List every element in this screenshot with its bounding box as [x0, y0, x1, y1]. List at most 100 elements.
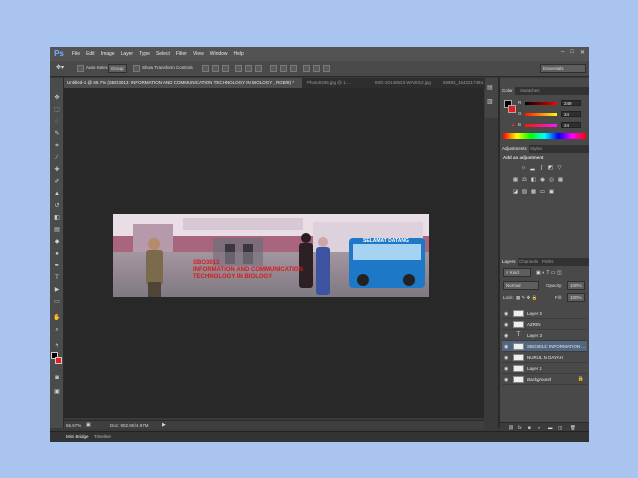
menu-filter[interactable]: Filter [176, 51, 187, 57]
lasso-tool-icon[interactable]: ◌ [52, 118, 62, 126]
layer-row[interactable]: ◉ Layer 2 [502, 308, 587, 319]
clone-stamp-tool-icon[interactable]: ▲ [52, 190, 62, 198]
photo-filter-icon[interactable]: ◉ [539, 177, 546, 183]
quick-select-tool-icon[interactable]: ✎ [52, 130, 62, 138]
tab-styles[interactable]: Styles [528, 145, 544, 153]
visibility-eye-icon[interactable]: ◉ [504, 333, 508, 339]
layer-row[interactable]: ◉ AZRIN [502, 319, 587, 330]
tab-channels[interactable]: Channels [517, 258, 540, 266]
threshold-icon[interactable]: ▩ [530, 189, 537, 195]
tab-layers[interactable]: Layers [500, 258, 518, 266]
type-tool-icon[interactable]: T [52, 274, 62, 282]
menu-edit[interactable]: Edit [86, 51, 95, 57]
document-image[interactable]: SELAMAT DATANG SBO3013 INFORMATION AND C… [113, 214, 429, 297]
canvas-area[interactable]: SELAMAT DATANG SBO3013 INFORMATION AND C… [64, 88, 484, 418]
delete-layer-icon[interactable]: 🗑 [570, 425, 576, 431]
align-vcenter-icon[interactable] [212, 65, 219, 72]
history-panel-icon[interactable]: ▤ [487, 84, 493, 91]
menu-view[interactable]: View [193, 51, 204, 57]
marquee-tool-icon[interactable]: ⬚ [52, 106, 62, 114]
gradient-map-icon[interactable]: ▭ [539, 189, 546, 195]
dodge-tool-icon[interactable]: ● [52, 250, 62, 258]
color-lookup-icon[interactable]: ▦ [557, 177, 564, 183]
distribute-top-icon[interactable] [270, 65, 277, 72]
pen-tool-icon[interactable]: ✒ [52, 262, 62, 270]
menu-layer[interactable]: Layer [121, 51, 134, 57]
minimize-button[interactable]: – [561, 49, 564, 56]
visibility-eye-icon[interactable]: ◉ [504, 322, 508, 328]
screen-mode-icon[interactable]: ▣ [52, 388, 62, 396]
r-slider[interactable] [525, 102, 557, 105]
tab-adjustments[interactable]: Adjustments [500, 145, 529, 153]
swap-colors-icon[interactable]: ↰ [52, 342, 62, 350]
layer-filter-kind[interactable]: ⌕ Kind [503, 268, 531, 277]
brush-tool-icon[interactable]: ✐ [52, 178, 62, 186]
maximize-button[interactable]: □ [570, 49, 574, 56]
tab-mini-bridge[interactable]: Mini Bridge [66, 434, 89, 439]
tab-color[interactable]: Color [500, 87, 515, 95]
show-transform-checkbox[interactable] [133, 65, 140, 72]
visibility-eye-icon[interactable]: ◉ [504, 311, 508, 317]
align-hcenter-icon[interactable] [245, 65, 252, 72]
fill-field[interactable]: 100% [567, 293, 585, 302]
visibility-eye-icon[interactable]: ◉ [504, 344, 508, 350]
distribute-vcenter-icon[interactable] [280, 65, 287, 72]
eyedropper-tool-icon[interactable]: ⁄ [52, 154, 62, 162]
invert-icon[interactable]: ◪ [512, 189, 519, 195]
blur-tool-icon[interactable]: ◆ [52, 238, 62, 246]
layer-row[interactable]: ◉ Layer 1 [502, 363, 587, 374]
distribute-bottom-icon[interactable] [290, 65, 297, 72]
tab-swatches[interactable]: Swatches [518, 87, 542, 95]
align-right-icon[interactable] [255, 65, 262, 72]
align-bottom-icon[interactable] [222, 65, 229, 72]
zoom-tool-icon[interactable]: ⌕ [52, 326, 62, 334]
channel-mixer-icon[interactable]: ◎ [548, 177, 555, 183]
black-white-icon[interactable]: ◧ [530, 177, 537, 183]
history-brush-tool-icon[interactable]: ↺ [52, 202, 62, 210]
blend-mode-dropdown[interactable]: Normal [503, 281, 539, 290]
color-balance-icon[interactable]: ⚖ [521, 177, 528, 183]
move-tool-preset-icon[interactable]: ✥▾ [56, 64, 64, 71]
hue-saturation-icon[interactable]: ▦ [512, 177, 519, 183]
vibrance-icon[interactable]: ▽ [556, 165, 563, 171]
layer-row-selected[interactable]: ◉ SBO3013: INFORMATION ... [502, 341, 587, 352]
layer-row[interactable]: ◉ T Layer 3 [502, 330, 587, 341]
menu-file[interactable]: File [72, 51, 80, 57]
levels-icon[interactable]: ▂ [529, 165, 536, 171]
background-color-swatch[interactable] [55, 357, 62, 364]
r-value[interactable]: 249 [561, 100, 581, 106]
menu-help[interactable]: Help [234, 51, 244, 57]
gradient-tool-icon[interactable]: ▤ [52, 226, 62, 234]
distribute-hcenter-icon[interactable] [313, 65, 320, 72]
tab-paths[interactable]: Paths [540, 258, 556, 266]
layer-mask-icon[interactable]: ◙ [528, 425, 531, 430]
shape-tool-icon[interactable]: ▭ [52, 298, 62, 306]
distribute-right-icon[interactable] [323, 65, 330, 72]
brightness-icon[interactable]: ☼ [520, 165, 527, 171]
lock-icons[interactable]: ▦ ✎ ✥ 🔒 [516, 295, 537, 301]
menu-select[interactable]: Select [156, 51, 170, 57]
g-slider[interactable] [525, 113, 557, 116]
layer-row[interactable]: ◉ NURUL N DAYAH [502, 352, 587, 363]
new-group-icon[interactable]: ▬ [548, 425, 553, 430]
tab-timeline[interactable]: Timeline [94, 434, 111, 439]
opacity-field[interactable]: 100% [567, 281, 585, 290]
b-slider[interactable] [525, 124, 557, 127]
adjustment-layer-icon[interactable]: ◐ [538, 425, 541, 430]
tab-photo0255[interactable]: Photo0255.jpg @ 1… [304, 78, 370, 88]
auto-select-dropdown[interactable]: Group [108, 64, 127, 73]
tab-untitled-1[interactable]: Untitled-1 @ 66.7% (SBO3013: INFORMATION… [64, 78, 302, 88]
menu-window[interactable]: Window [210, 51, 228, 57]
align-top-icon[interactable] [202, 65, 209, 72]
visibility-eye-icon[interactable]: ◉ [504, 377, 508, 383]
hand-tool-icon[interactable]: ✋ [52, 314, 62, 322]
layer-filter-icons[interactable]: ▣ ◐ T ▭ ◫ [536, 270, 562, 276]
quick-mask-icon[interactable]: ◙ [52, 374, 62, 382]
eraser-tool-icon[interactable]: ◧ [52, 214, 62, 222]
menu-image[interactable]: Image [101, 51, 115, 57]
visibility-eye-icon[interactable]: ◉ [504, 355, 508, 361]
tab-img-20140523[interactable]: IMG-20140523-WA0012.jpg [372, 78, 438, 88]
path-select-tool-icon[interactable]: ▶ [52, 286, 62, 294]
auto-select-checkbox[interactable] [77, 65, 84, 72]
workspace-dropdown[interactable]: Essentials [540, 64, 586, 73]
